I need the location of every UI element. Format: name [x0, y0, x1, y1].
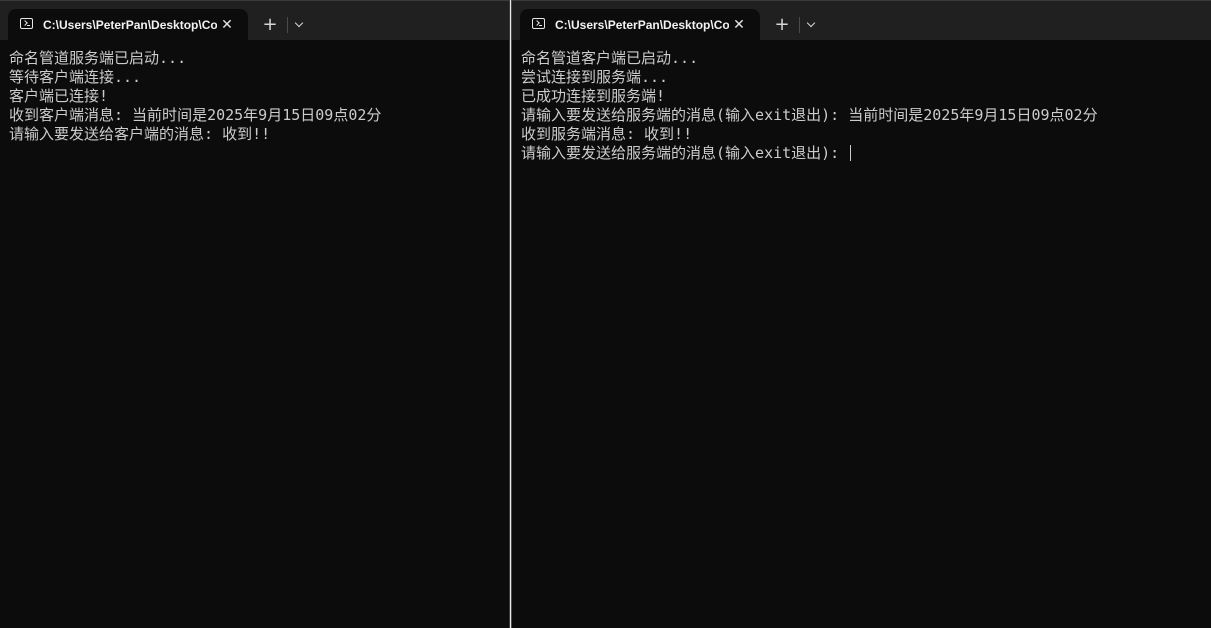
terminal-icon: [20, 18, 33, 29]
console-line: 请输入要发送给服务端的消息(输入exit退出): 当前时间是2025年9月15日…: [521, 106, 1098, 124]
text-cursor: [850, 145, 852, 161]
divider: [287, 17, 288, 33]
tab-title: C:\Users\PeterPan\Desktop\Co: [43, 18, 217, 32]
chevron-down-icon[interactable]: [290, 13, 310, 37]
console-line: 请输入要发送给客户端的消息: 收到!!: [9, 125, 271, 143]
console-output[interactable]: 命名管道客户端已启动... 尝试连接到服务端... 已成功连接到服务端! 请输入…: [521, 49, 1205, 628]
console-line: 已成功连接到服务端!: [521, 87, 666, 105]
terminal-icon: [532, 18, 545, 29]
console-output[interactable]: 命名管道服务端已启动... 等待客户端连接... 客户端已连接! 收到客户端消息…: [9, 49, 503, 628]
client-terminal-window: C:\Users\PeterPan\Desktop\Co ✕ + 命名管道客户端…: [511, 0, 1211, 628]
tab-title: C:\Users\PeterPan\Desktop\Co: [555, 18, 729, 32]
console-line: 收到客户端消息: 当前时间是2025年9月15日09点02分: [9, 106, 382, 124]
terminal-tab[interactable]: C:\Users\PeterPan\Desktop\Co ✕: [520, 9, 760, 41]
terminal-tab[interactable]: C:\Users\PeterPan\Desktop\Co ✕: [8, 9, 248, 41]
plus-icon[interactable]: +: [256, 13, 284, 37]
server-terminal-window: C:\Users\PeterPan\Desktop\Co ✕ + 命名管道服务端…: [0, 0, 510, 628]
title-bar: C:\Users\PeterPan\Desktop\Co ✕ +: [512, 0, 1211, 41]
plus-icon[interactable]: +: [768, 13, 796, 37]
console-line: 等待客户端连接...: [9, 68, 142, 86]
divider: [799, 17, 800, 33]
console-line: 命名管道服务端已启动...: [9, 49, 187, 67]
console-line: 收到服务端消息: 收到!!: [521, 125, 693, 143]
console-line: 尝试连接到服务端...: [521, 68, 669, 86]
console-line: 命名管道客户端已启动...: [521, 49, 699, 67]
console-prompt: 请输入要发送给服务端的消息(输入exit退出):: [521, 144, 849, 162]
console-input-line[interactable]: 请输入要发送给服务端的消息(输入exit退出):: [521, 144, 1205, 163]
close-icon[interactable]: ✕: [218, 16, 236, 34]
chevron-down-icon[interactable]: [802, 13, 822, 37]
close-icon[interactable]: ✕: [730, 16, 748, 34]
title-bar: C:\Users\PeterPan\Desktop\Co ✕ +: [0, 0, 509, 41]
console-line: 客户端已连接!: [9, 87, 109, 105]
